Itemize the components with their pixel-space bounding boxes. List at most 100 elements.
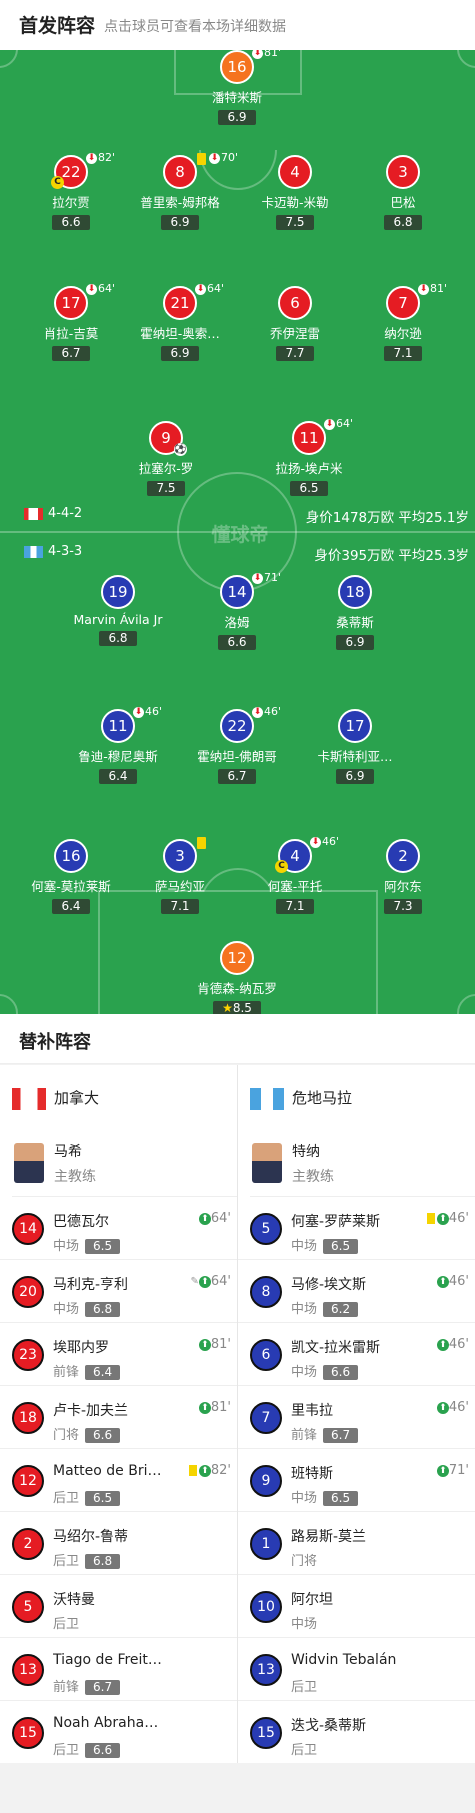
player-marker[interactable]: 22 ⬇ 46' 霍纳坦-佛朗哥 6.7 [172, 706, 302, 784]
player-marker[interactable]: 21 ⬇ 64' 霍纳坦-奥索… 6.9 [115, 282, 245, 361]
sub-off-badge: ⬇ 64' [195, 282, 225, 295]
sub-player-row[interactable]: 7 里韦拉 前锋 6.7 ⬆ 46' [238, 1386, 475, 1449]
player-position: 门将 [291, 1554, 318, 1569]
player-rating: 6.8 [85, 1302, 121, 1317]
sub-on-icon: ⬆ [198, 1275, 211, 1288]
player-position: 前锋 6.4 [53, 1361, 121, 1380]
player-marker[interactable]: 14 ⬇ 71' 洛姆 6.6 [172, 572, 302, 650]
sub-player-row[interactable]: 5 沃特曼 后卫 [0, 1575, 237, 1638]
player-name: 迭戈-桑蒂斯 [291, 1718, 367, 1734]
player-marker[interactable]: 2 阿尔东 7.3 [338, 839, 468, 914]
coach-avatar [252, 1143, 282, 1183]
player-marker[interactable]: 11 ⬇ 64' 拉扬-埃卢米 6.5 [244, 418, 374, 496]
sub-off-badge: ⬇ 81' [252, 50, 281, 59]
player-position: 中场 6.8 [53, 1298, 121, 1317]
player-name: 霍纳坦-奥索… [140, 326, 220, 341]
player-name: 阿尔东 [384, 879, 422, 894]
shirt-number-circle: 4 ⬇ 46' C [275, 836, 339, 873]
player-marker[interactable]: 7 ⬇ 81' 纳尔逊 7.1 [338, 283, 468, 361]
canada-flag-icon [12, 1087, 46, 1110]
guatemala-flag-icon [250, 1087, 284, 1110]
player-rating: 6.6 [85, 1743, 121, 1758]
shirt-number-circle: 3 [386, 155, 420, 189]
player-name: Matteo de Bri… [53, 1463, 162, 1479]
sub-off-icon: ⬇ [133, 706, 144, 718]
player-rating: 6.8 [99, 631, 137, 646]
player-name: 普里索-姆邦格 [140, 195, 220, 210]
shirt-number-circle: 6 [278, 286, 312, 320]
player-marker[interactable]: 9 ⚽ 拉塞尔-罗 7.5 [101, 421, 231, 496]
sub-player-row[interactable]: 10 阿尔坦 中场 [238, 1575, 475, 1638]
sub-on-icon: ⬆ [436, 1464, 449, 1477]
player-marker[interactable]: 19 Marvin Ávila Jr 6.8 [53, 575, 183, 646]
sub-player-row[interactable]: 12 Matteo de Bri… 后卫 6.5 ⬆ 82' [0, 1449, 237, 1512]
coach-role: 主教练 [54, 1169, 96, 1185]
player-rating: 7.1 [384, 346, 422, 361]
home-coach[interactable]: 马希 主教练 [12, 1135, 237, 1197]
sub-on-icon: ⬆ [198, 1401, 211, 1414]
player-position: 中场 6.5 [291, 1487, 359, 1506]
star-icon: ★ [222, 1001, 233, 1014]
player-name: 埃耶内罗 [53, 1340, 109, 1356]
player-marker[interactable]: 17 卡斯特利亚… 6.9 [290, 709, 420, 784]
sub-player-row[interactable]: 20 马利克-亨利 中场 6.8 ✎ ⬆ 64' [0, 1260, 237, 1323]
player-rating: 7.5 [147, 481, 185, 496]
player-rating: 6.9 [161, 215, 199, 230]
away-formation: 4-3-3 [24, 544, 82, 559]
sub-player-row[interactable]: 9 班特斯 中场 6.5 ⬆ 71' [238, 1449, 475, 1512]
shirt-number-circle: 18 [12, 1402, 44, 1434]
coach-name: 特纳 [292, 1144, 320, 1160]
player-marker[interactable]: 11 ⬇ 46' 鲁迪-穆尼奥斯 6.4 [53, 705, 183, 784]
player-rating: 6.6 [218, 635, 256, 650]
pitch: 懂球帝 4-4-2 身价1478万欧 平均25.1岁 4-3-3 身价395万欧… [0, 50, 475, 1014]
player-rating: 6.7 [85, 1680, 121, 1695]
player-marker[interactable]: 18 桑蒂斯 6.9 [290, 575, 420, 650]
sub-off-icon: ⬇ [252, 572, 263, 584]
player-position: 中场 [291, 1617, 318, 1632]
shirt-number-circle: 7 ⬇ 81' [386, 283, 447, 320]
sub-player-row[interactable]: 13 Tiago de Freit… 前锋 6.7 [0, 1638, 237, 1701]
sub-player-row[interactable]: 1 路易斯-莫兰 门将 [238, 1512, 475, 1575]
coach-avatar [14, 1143, 44, 1183]
lineup-title: 首发阵容 [19, 15, 96, 37]
player-position: 中场 6.5 [291, 1235, 359, 1254]
player-name: 拉扬-埃卢米 [275, 461, 343, 476]
away-coach[interactable]: 特纳 主教练 [250, 1135, 475, 1197]
sub-off-icon: ⬇ [324, 418, 335, 430]
player-marker[interactable]: 16 ⬇ 81' 潘特米斯 6.9 [172, 50, 302, 125]
player-rating: 6.6 [52, 215, 90, 230]
sub-player-row[interactable]: 2 马绍尔-鲁蒂 后卫 6.8 [0, 1512, 237, 1575]
sub-on-badge: ⬆ 81' [198, 1400, 231, 1415]
player-rating: 6.7 [323, 1428, 359, 1443]
player-rating: 6.9 [336, 769, 374, 784]
sub-off-icon: ⬇ [195, 283, 206, 295]
sub-off-badge: ⬇ 46' [133, 705, 163, 718]
sub-player-row[interactable]: 13 Widvin Tebalán 后卫 [238, 1638, 475, 1701]
player-marker[interactable]: 3 巴松 6.8 [338, 155, 468, 230]
shirt-number-circle: 15 [250, 1717, 282, 1749]
sub-player-row[interactable]: 6 凯文-拉米雷斯 中场 6.6 ⬆ 46' [238, 1323, 475, 1386]
sub-player-row[interactable]: 5 何塞-罗萨莱斯 中场 6.5 ⬆ 46' [238, 1197, 475, 1260]
player-rating: 7.1 [161, 899, 199, 914]
player-name: 桑蒂斯 [336, 615, 374, 630]
sub-player-row[interactable]: 8 马修-埃文斯 中场 6.2 ⬆ 46' [238, 1260, 475, 1323]
shirt-number-circle: 22 ⬇ 82' C [51, 152, 115, 189]
shirt-number-circle: 14 ⬇ 71' [220, 572, 281, 609]
lineup-header: 首发阵容 点击球员可查看本场详细数据 [0, 0, 475, 50]
player-position: 后卫 [53, 1617, 80, 1632]
sub-player-row[interactable]: 18 卢卡-加夫兰 门将 6.6 ⬆ 81' [0, 1386, 237, 1449]
player-position: 中场 6.6 [291, 1361, 359, 1380]
sub-player-row[interactable]: 14 巴德瓦尔 中场 6.5 ⬆ 64' [0, 1197, 237, 1260]
corner-arc [0, 50, 18, 68]
player-marker[interactable]: 8 ⬇ 70' 普里索-姆邦格 6.9 [115, 152, 245, 230]
player-name: 巴松 [390, 195, 416, 210]
player-name: 里韦拉 [291, 1403, 333, 1419]
sub-player-row[interactable]: 15 Noah Abraha… 后卫 6.6 [0, 1701, 237, 1764]
sub-player-row[interactable]: 23 埃耶内罗 前锋 6.4 ⬆ 81' [0, 1323, 237, 1386]
player-marker[interactable]: 12 肯德森-纳瓦罗 ★8.5 [172, 941, 302, 1014]
sub-off-icon: ⬇ [252, 50, 263, 59]
player-marker[interactable]: 3 萨马约亚 7.1 [115, 837, 245, 914]
sub-player-row[interactable]: 15 迭戈-桑蒂斯 后卫 [238, 1701, 475, 1764]
shirt-number-circle: 8 [250, 1276, 282, 1308]
player-rating: 7.1 [276, 899, 314, 914]
